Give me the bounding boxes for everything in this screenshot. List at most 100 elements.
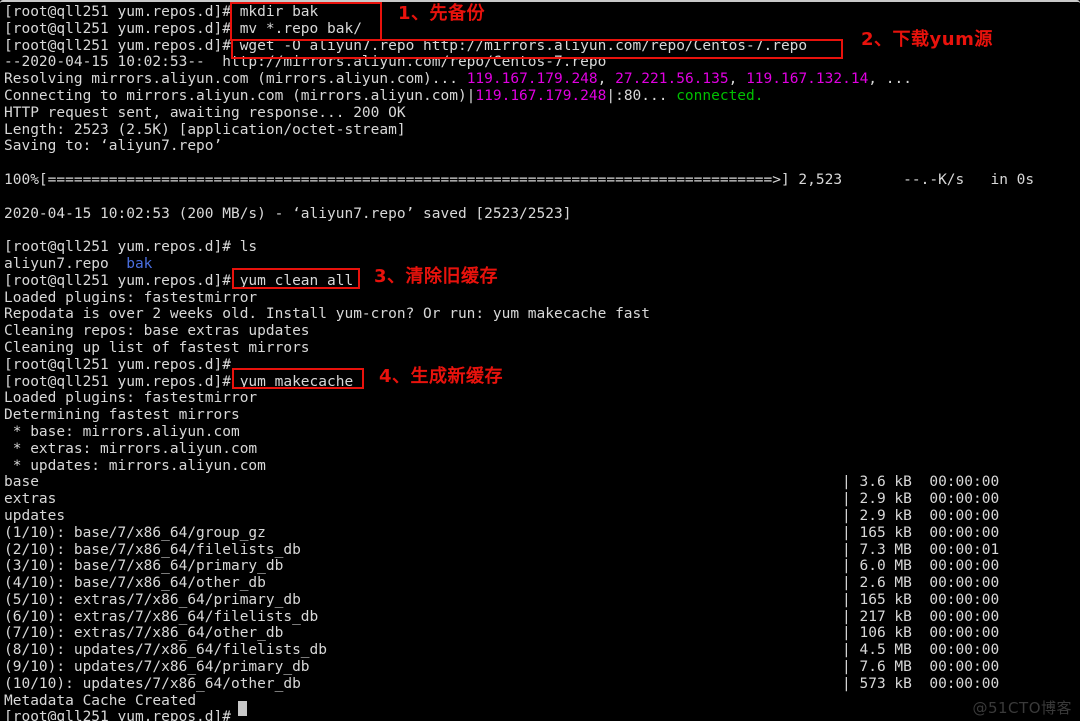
terminal-text-run: Repodata is over 2 weeks old. Install yu… [4, 306, 651, 323]
terminal-line: 100%[===================================… [4, 172, 1076, 189]
terminal-line: HTTP request sent, awaiting response... … [4, 105, 1076, 122]
annotation-step-2: 2、下载yum源 [861, 29, 993, 50]
terminal-line: Connecting to mirrors.aliyun.com (mirror… [4, 88, 1076, 105]
terminal-text-run: wget -O aliyun7.repo http://mirrors.aliy… [239, 37, 808, 54]
terminal-text-run: 2020-04-15 10:02:53 (200 MB/s) - ‘aliyun… [4, 205, 572, 222]
terminal-text-run: Connecting to mirrors.aliyun.com (mirror… [4, 87, 476, 104]
annotation-step-4: 4、生成新缓存 [379, 366, 504, 387]
terminal-line: 2020-04-15 10:02:53 (200 MB/s) - ‘aliyun… [4, 206, 1076, 223]
terminal-text-run: Loaded plugins: fastestmirror [4, 289, 258, 306]
terminal-text-run: base | 3.6 kB 00:00:00 [4, 474, 1000, 491]
terminal-text-run: [root@qll251 yum.repos.d]# [4, 4, 240, 20]
terminal-line: (4/10): base/7/x86_64/other_db | 2.6 MB … [4, 575, 1076, 592]
terminal-line: (9/10): updates/7/x86_64/primary_db | 7.… [4, 659, 1076, 676]
terminal-line: Cleaning repos: base extras updates [4, 323, 1076, 340]
terminal-text-run: [root@qll251 yum.repos.d]# ls [4, 239, 258, 256]
terminal-text-run: HTTP request sent, awaiting response... … [4, 104, 406, 121]
terminal-text-run: updates | 2.9 kB 00:00:00 [4, 507, 1000, 524]
terminal-text-run: * updates: mirrors.aliyun.com [4, 457, 266, 474]
terminal-text-run: [root@qll251 yum.repos.d]# [4, 709, 240, 721]
watermark-label: @51CTO博客 [972, 699, 1072, 718]
terminal-line: Metadata Cache Created [4, 693, 1076, 710]
terminal-text-run: (9/10): updates/7/x86_64/primary_db | 7.… [4, 659, 1000, 676]
terminal-text-run: [root@qll251 yum.repos.d]# [4, 272, 240, 289]
terminal-line: * extras: mirrors.aliyun.com [4, 441, 1076, 458]
terminal-line: (2/10): base/7/x86_64/filelists_db | 7.3… [4, 542, 1076, 559]
terminal-text-run: [root@qll251 yum.repos.d]# [4, 356, 231, 373]
terminal-line: updates | 2.9 kB 00:00:00 [4, 508, 1076, 525]
terminal-window[interactable]: [root@qll251 yum.repos.d]# mkdir bak [roo… [0, 0, 1080, 721]
terminal-text-run: (5/10): extras/7/x86_64/primary_db | 165… [4, 591, 1000, 608]
terminal-text-run: aliyun7.repo [4, 255, 127, 272]
terminal-text-run: Loaded plugins: fastestmirror [4, 390, 258, 407]
terminal-text-run: Cleaning repos: base extras updates [4, 323, 310, 340]
terminal-line: Length: 2523 (2.5K) [application/octet-s… [4, 122, 1076, 139]
terminal-line: Loaded plugins: fastestmirror [4, 290, 1076, 307]
terminal-text-run: 100%[===================================… [4, 171, 1035, 188]
terminal-text-run: * extras: mirrors.aliyun.com [4, 440, 258, 457]
terminal-text-run: Resolving mirrors.aliyun.com (mirrors.al… [4, 71, 467, 88]
terminal-line: [root@qll251 yum.repos.d]# yum clean all [4, 273, 1076, 290]
terminal-text-run: mv *.repo bak/ [239, 20, 362, 37]
terminal-text-run: 119.167.179.248 [466, 71, 598, 88]
terminal-line: Loaded plugins: fastestmirror [4, 390, 1076, 407]
terminal-text-run: (2/10): base/7/x86_64/filelists_db | 7.3… [4, 541, 1000, 558]
terminal-line: Cleaning up list of fastest mirrors [4, 340, 1076, 357]
terminal-text-run: (10/10): updates/7/x86_64/other_db | 573… [4, 675, 1000, 692]
terminal-text-run: 119.167.179.248 [475, 87, 607, 104]
terminal-line: aliyun7.repo bak [4, 256, 1076, 273]
terminal-line: (8/10): updates/7/x86_64/filelists_db | … [4, 642, 1076, 659]
terminal-line: Determining fastest mirrors [4, 407, 1076, 424]
terminal-text-run: Determining fastest mirrors [4, 407, 240, 424]
terminal-line: (7/10): extras/7/x86_64/other_db | 106 k… [4, 625, 1076, 642]
terminal-line: * updates: mirrors.aliyun.com [4, 458, 1076, 475]
terminal-line: (6/10): extras/7/x86_64/filelists_db | 2… [4, 609, 1076, 626]
terminal-text-run: (6/10): extras/7/x86_64/filelists_db | 2… [4, 608, 1000, 625]
annotation-step-3: 3、清除旧缓存 [374, 266, 499, 287]
terminal-line: (10/10): updates/7/x86_64/other_db | 573… [4, 676, 1076, 693]
terminal-text-run: [root@qll251 yum.repos.d]# [4, 373, 240, 390]
terminal-text-run: [root@qll251 yum.repos.d]# [4, 20, 240, 37]
window-titlebar-strip [0, 0, 1080, 4]
terminal-line: [root@qll251 yum.repos.d]# yum makecache [4, 374, 1076, 391]
terminal-text-run: yum makecache [239, 373, 354, 390]
terminal-text-run: [root@qll251 yum.repos.d]# [4, 37, 240, 54]
terminal-text-run: Saving to: ‘aliyun7.repo’ [4, 138, 223, 155]
terminal-line: --2020-04-15 10:02:53-- http://mirrors.a… [4, 54, 1076, 71]
terminal-line: (3/10): base/7/x86_64/primary_db | 6.0 M… [4, 558, 1076, 575]
terminal-text-run: (7/10): extras/7/x86_64/other_db | 106 k… [4, 625, 1000, 642]
terminal-line: [root@qll251 yum.repos.d]# [4, 357, 1076, 374]
terminal-line: Repodata is over 2 weeks old. Install yu… [4, 306, 1076, 323]
terminal-output-area[interactable]: [root@qll251 yum.repos.d]# mkdir bak [roo… [4, 4, 1076, 721]
terminal-text-run: 27.221.56.135 [615, 71, 729, 88]
terminal-text-run: , [728, 71, 747, 88]
terminal-text-run: (8/10): updates/7/x86_64/filelists_db | … [4, 642, 1000, 659]
terminal-text-run: extras | 2.9 kB 00:00:00 [4, 491, 1000, 508]
terminal-text-run: , [597, 71, 616, 88]
terminal-text-run: |:80... [606, 87, 677, 104]
terminal-line: extras | 2.9 kB 00:00:00 [4, 491, 1076, 508]
terminal-text-run: connected. [676, 87, 764, 104]
terminal-text-run: (3/10): base/7/x86_64/primary_db | 6.0 M… [4, 558, 1000, 575]
terminal-text-run: (4/10): base/7/x86_64/other_db | 2.6 MB … [4, 575, 1000, 592]
terminal-text-run: yum clean all [239, 272, 354, 289]
terminal-text-run: bak [126, 255, 153, 272]
terminal-text-run: --2020-04-15 10:02:53-- http://mirrors.a… [4, 54, 607, 71]
annotation-step-1: 1、先备份 [398, 3, 486, 24]
terminal-line: base | 3.6 kB 00:00:00 [4, 474, 1076, 491]
terminal-line: Saving to: ‘aliyun7.repo’ [4, 138, 1076, 155]
terminal-line: Resolving mirrors.aliyun.com (mirrors.al… [4, 71, 1076, 88]
terminal-line: [root@qll251 yum.repos.d]# ls [4, 239, 1076, 256]
terminal-text-run: Cleaning up list of fastest mirrors [4, 339, 310, 356]
terminal-line: [root@qll251 yum.repos.d]# [4, 709, 1076, 721]
terminal-line: * base: mirrors.aliyun.com [4, 424, 1076, 441]
terminal-line: (5/10): extras/7/x86_64/primary_db | 165… [4, 592, 1076, 609]
terminal-text-run: , ... [868, 71, 912, 88]
terminal-text-run: * base: mirrors.aliyun.com [4, 423, 240, 440]
terminal-text-run: Metadata Cache Created [4, 692, 197, 709]
terminal-line: [root@qll251 yum.repos.d]# mkdir bak [4, 4, 1076, 21]
terminal-line: (1/10): base/7/x86_64/group_gz | 165 kB … [4, 525, 1076, 542]
terminal-text-run: 119.167.132.14 [746, 71, 869, 88]
